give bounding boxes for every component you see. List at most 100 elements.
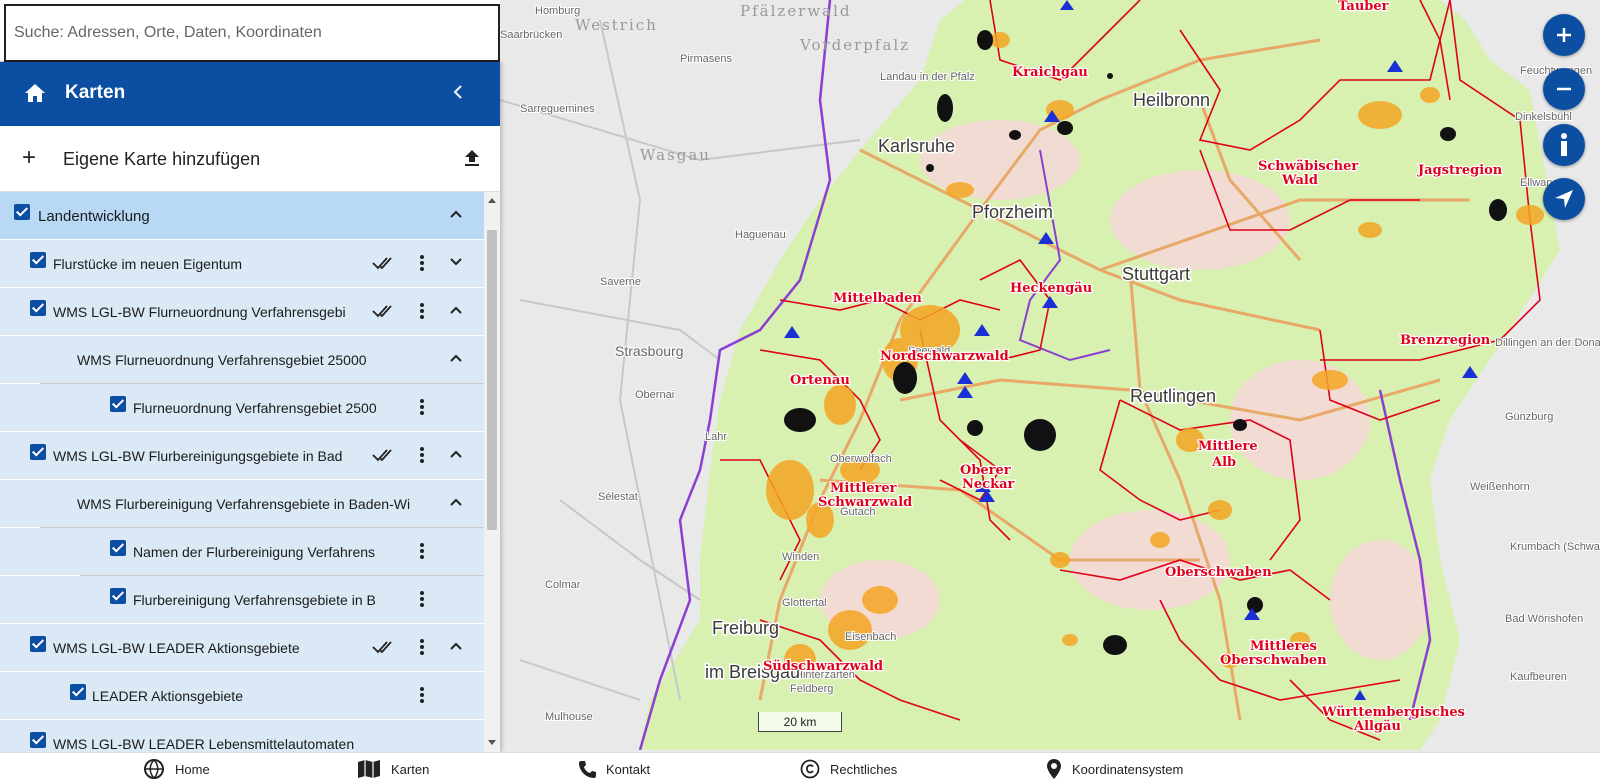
add-own-map-row[interactable]: + Eigene Karte hinzufügen: [0, 126, 500, 192]
layer-item[interactable]: WMS LGL-BW LEADER Lebensmittelautomaten: [0, 720, 484, 752]
map-region: Oberer: [960, 463, 1011, 478]
more-vertical-icon[interactable]: [420, 398, 424, 416]
maps-panel: Karten + Eigene Karte hinzufügen Landent…: [0, 62, 500, 752]
map-place: Feldberg: [790, 683, 833, 695]
globe-icon: [144, 759, 164, 780]
layer-label: Flurbereinigung Verfahrensgebiete in B: [133, 592, 376, 608]
map-place: Oberwolfach: [830, 453, 892, 465]
layer-sublayer[interactable]: Namen der Flurbereinigung Verfahrens: [0, 528, 484, 576]
locate-button[interactable]: [1543, 178, 1585, 220]
map-region: Neckar: [962, 477, 1015, 492]
footer-home-label: Home: [175, 761, 210, 777]
chevron-up-icon[interactable]: [449, 305, 463, 315]
map-label-vorderpfalz: Vorderpfalz: [799, 36, 910, 54]
footer-koordinaten-link[interactable]: Koordinatensystem: [1046, 757, 1183, 781]
double-check-icon[interactable]: [372, 639, 396, 655]
footer-karten-label: Karten: [391, 761, 430, 777]
layer-sublayer[interactable]: WMS Flurneuordnung Verfahrensgebiet 2500…: [0, 336, 484, 384]
layer-checkbox[interactable]: [30, 300, 46, 316]
plus-icon: [1557, 28, 1571, 42]
home-icon[interactable]: [24, 82, 46, 104]
more-vertical-icon[interactable]: [420, 686, 424, 704]
map-region: Brenzregion: [1400, 333, 1491, 348]
search-input[interactable]: [4, 4, 500, 62]
layer-checkbox[interactable]: [110, 396, 126, 412]
layer-sublayer[interactable]: Flurneuordnung Verfahrensgebiet 2500: [0, 384, 484, 432]
layer-label: LEADER Aktionsgebiete: [92, 688, 243, 704]
zoom-out-button[interactable]: [1543, 68, 1585, 110]
double-check-icon[interactable]: [372, 303, 396, 319]
more-vertical-icon[interactable]: [420, 254, 424, 272]
footer-karten-link[interactable]: Karten: [357, 757, 429, 781]
layer-label: Flurneuordnung Verfahrensgebiet 2500: [133, 400, 377, 416]
layer-checkbox[interactable]: [110, 540, 126, 556]
layer-label: WMS LGL-BW Flurneuordnung Verfahrensgebi: [53, 304, 346, 320]
chevron-left-icon[interactable]: [452, 82, 464, 102]
layer-item[interactable]: WMS LGL-BW Flurneuordnung Verfahrensgebi: [0, 288, 484, 336]
layer-scrollbar[interactable]: [484, 192, 500, 752]
map-place: Pirmasens: [680, 53, 732, 65]
info-button[interactable]: [1543, 124, 1585, 166]
scroll-up-arrow-icon[interactable]: [488, 198, 496, 203]
layer-checkbox[interactable]: [30, 636, 46, 652]
more-vertical-icon[interactable]: [420, 590, 424, 608]
more-vertical-icon[interactable]: [420, 446, 424, 464]
layer-label: WMS Flurneuordnung Verfahrensgebiet 2500…: [77, 352, 367, 368]
map-place: Winden: [782, 551, 819, 563]
map-place: Landau in der Pfalz: [880, 71, 975, 83]
phone-icon: [579, 761, 596, 778]
map-place: Homburg: [535, 5, 580, 17]
map-region: Mittlere: [1198, 439, 1258, 454]
location-pin-icon: [1047, 759, 1061, 779]
layer-checkbox[interactable]: [30, 252, 46, 268]
map-place: Saverne: [600, 276, 641, 288]
footer-rechtliches-link[interactable]: Rechtliches: [800, 757, 897, 781]
more-vertical-icon[interactable]: [420, 638, 424, 656]
layer-checkbox[interactable]: [30, 444, 46, 460]
map-label-wasgau: Wasgau: [640, 146, 711, 164]
map-region: Jagstregion: [1417, 163, 1503, 178]
layer-group-landentwicklung[interactable]: Landentwicklung: [0, 192, 484, 240]
footer-kontakt-link[interactable]: Kontakt: [578, 757, 650, 781]
layer-sublayer[interactable]: WMS Flurbereinigung Verfahrensgebiete in…: [0, 480, 484, 528]
double-check-icon[interactable]: [372, 255, 396, 271]
layer-item[interactable]: WMS LGL-BW LEADER Aktionsgebiete: [0, 624, 484, 672]
footer-koordinaten-label: Koordinatensystem: [1072, 761, 1184, 777]
map-region: Heckengäu: [1010, 281, 1092, 296]
layer-item[interactable]: Flurstücke im neuen Eigentum: [0, 240, 484, 288]
map-region: Oberschwaben: [1165, 565, 1272, 580]
map-region: Allgäu: [1353, 719, 1401, 734]
map-place: Dinkelsbühl: [1515, 111, 1572, 123]
layer-sublayer[interactable]: Flurbereinigung Verfahrensgebiete in B: [0, 576, 484, 624]
layer-checkbox[interactable]: [30, 732, 46, 748]
scrollbar-thumb[interactable]: [487, 230, 497, 530]
footer-home-link[interactable]: Home: [143, 757, 210, 781]
zoom-in-button[interactable]: [1543, 14, 1585, 56]
layer-sublayer[interactable]: LEADER Aktionsgebiete: [0, 672, 484, 720]
copyright-icon: [800, 759, 820, 779]
layer-checkbox[interactable]: [14, 204, 30, 220]
map-region: Schwarzwald: [818, 495, 912, 510]
chevron-up-icon[interactable]: [449, 449, 463, 459]
more-vertical-icon[interactable]: [420, 542, 424, 560]
footer-kontakt-label: Kontakt: [606, 761, 651, 777]
upload-icon[interactable]: [462, 148, 482, 168]
map-place: Colmar: [545, 579, 581, 591]
chevron-down-icon[interactable]: [449, 257, 463, 267]
map-city-pforzheim: Pforzheim: [972, 202, 1053, 222]
layer-label: WMS LGL-BW LEADER Lebensmittelautomaten: [53, 736, 355, 752]
map-region: Schwäbischer: [1258, 159, 1358, 174]
map-place: Mulhouse: [545, 711, 593, 723]
chevron-up-icon[interactable]: [449, 353, 463, 363]
layer-item[interactable]: WMS LGL-BW Flurbereinigungsgebiete in Ba…: [0, 432, 484, 480]
chevron-up-icon[interactable]: [449, 641, 463, 651]
map-place: Obernai: [635, 389, 674, 401]
layer-checkbox[interactable]: [110, 588, 126, 604]
layer-checkbox[interactable]: [70, 684, 86, 700]
double-check-icon[interactable]: [372, 447, 396, 463]
chevron-up-icon[interactable]: [449, 209, 463, 219]
map-label-westrich: Westrich: [575, 16, 658, 34]
chevron-up-icon[interactable]: [449, 497, 463, 507]
scroll-down-arrow-icon[interactable]: [488, 740, 496, 745]
more-vertical-icon[interactable]: [420, 302, 424, 320]
